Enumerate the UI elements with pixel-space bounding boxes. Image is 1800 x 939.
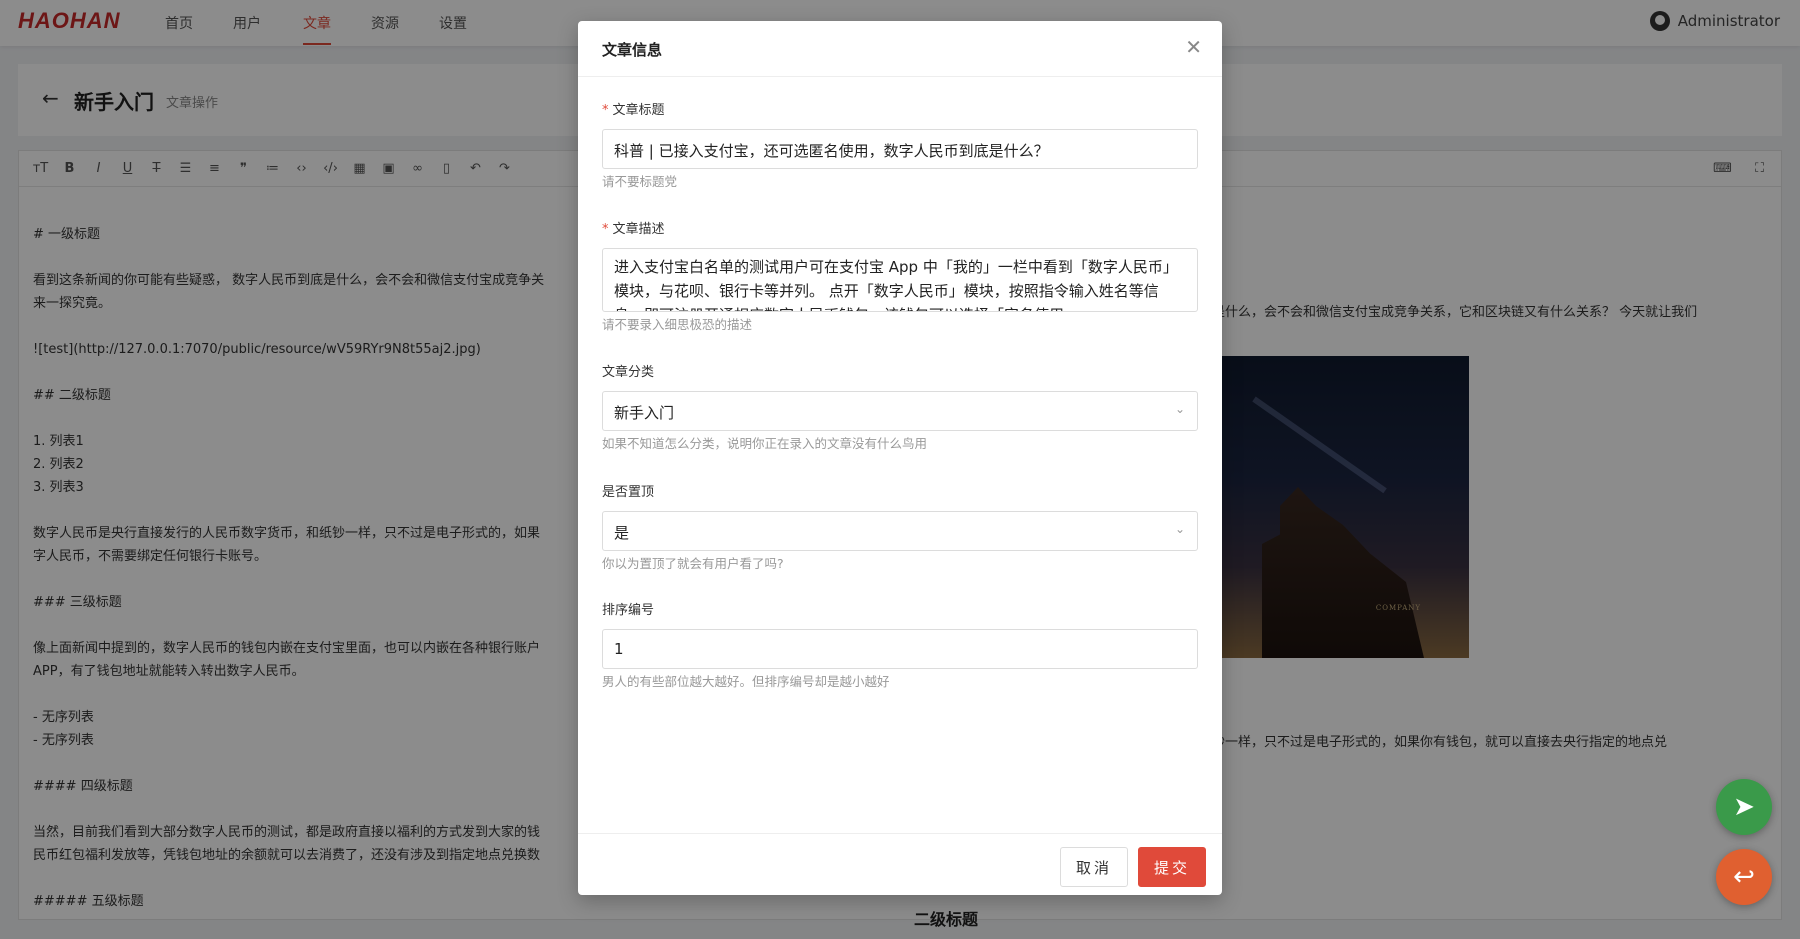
send-fab-button[interactable]: ➤: [1716, 779, 1772, 835]
description-hint: 请不要录入细思极恐的描述: [602, 317, 753, 332]
title-input[interactable]: 科普 | 已接入支付宝，还可选匿名使用，数字人民币到底是什么？: [602, 129, 1198, 169]
description-textarea[interactable]: 进入支付宝白名单的测试用户可在支付宝 App 中「我的」一栏中看到「数字人民币」…: [602, 248, 1198, 312]
required-marker: *: [602, 103, 609, 118]
paper-plane-icon: ➤: [1733, 792, 1755, 822]
category-select[interactable]: 新手入门 ⌄: [602, 391, 1198, 431]
category-hint: 如果不知道怎么分类，说明你正在录入的文章没有什么鸟用: [602, 436, 928, 451]
chevron-down-icon: ⌄: [1174, 402, 1185, 416]
title-hint: 请不要标题党: [602, 174, 678, 189]
modal-title: 文章信息: [602, 41, 663, 59]
category-label: 文章分类: [602, 365, 655, 380]
article-info-modal: 文章信息 ✕ * 文章标题 科普 | 已接入支付宝，还可选匿名使用，数字人民币到底…: [578, 21, 1222, 895]
modal-header: 文章信息 ✕: [578, 21, 1222, 77]
pinned-label: 是否置顶: [602, 485, 655, 500]
sort-hint: 男人的有些部位越大越好。但排序编号却是越小越好: [602, 674, 890, 689]
pinned-select[interactable]: 是 ⌄: [602, 511, 1198, 551]
reply-arrow-icon: ↩: [1733, 862, 1755, 892]
sort-label: 排序编号: [602, 603, 655, 618]
close-icon[interactable]: ✕: [1185, 35, 1202, 59]
title-label: * 文章标题: [602, 103, 665, 118]
category-value: 新手入门: [614, 404, 675, 422]
required-marker: *: [602, 222, 609, 237]
cancel-button[interactable]: 取消: [1060, 847, 1128, 887]
description-label: * 文章描述: [602, 222, 665, 237]
chevron-down-icon: ⌄: [1174, 522, 1185, 536]
sort-input[interactable]: 1: [602, 629, 1198, 669]
pinned-value: 是: [614, 524, 630, 542]
modal-footer: 取消 提交: [578, 833, 1222, 895]
submit-button[interactable]: 提交: [1138, 847, 1206, 887]
pinned-hint: 你以为置顶了就会有用户看了吗?: [602, 556, 784, 571]
back-fab-button[interactable]: ↩: [1716, 849, 1772, 905]
